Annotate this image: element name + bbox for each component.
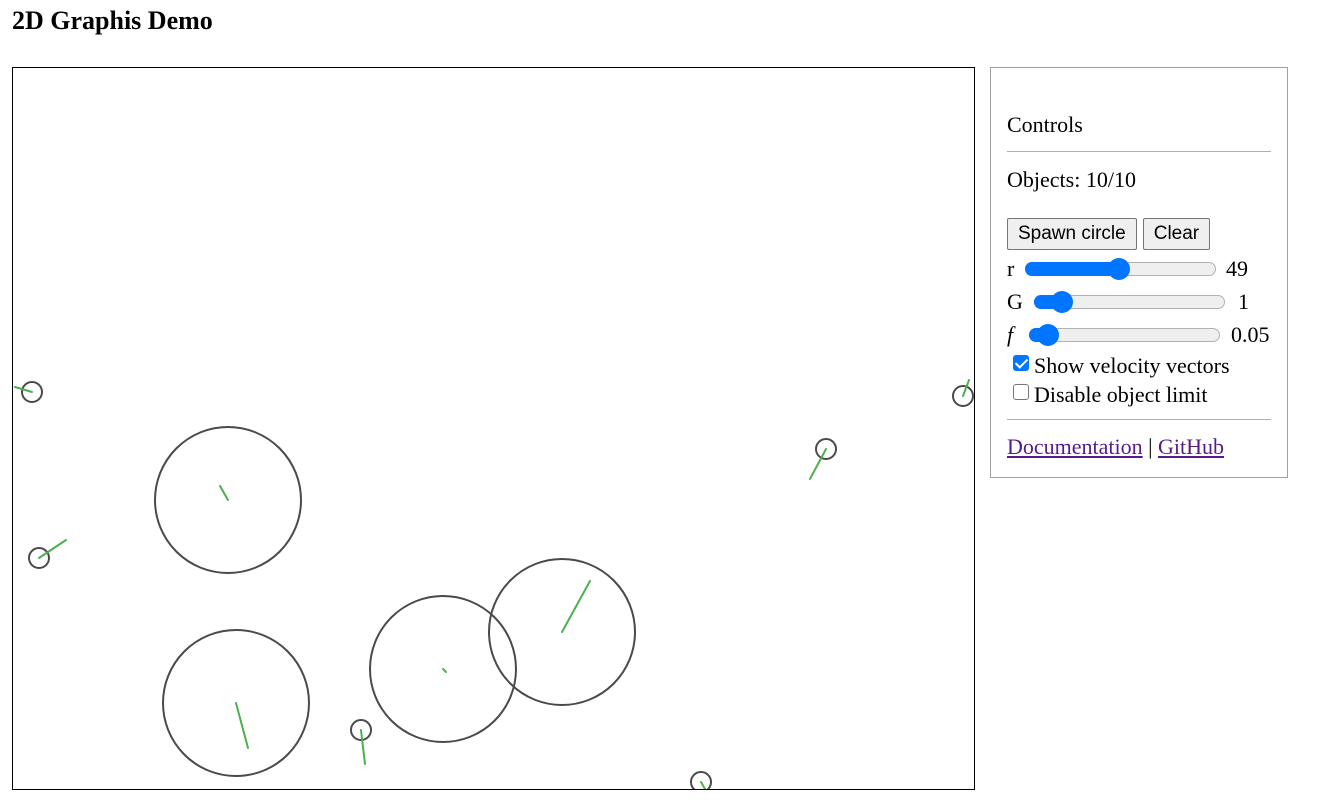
- gravity-slider-thumb[interactable]: [1050, 290, 1073, 313]
- radius-value: 49: [1226, 255, 1248, 281]
- simulation-svg[interactable]: [13, 68, 974, 789]
- divider: [1007, 419, 1271, 420]
- friction-slider-row: f 0.05: [1007, 318, 1271, 351]
- radius-slider[interactable]: [1025, 257, 1216, 280]
- friction-slider[interactable]: [1029, 323, 1220, 346]
- disable-limit-label[interactable]: Disable object limit: [1034, 382, 1208, 408]
- velocity-vector: [561, 580, 591, 633]
- controls-panel: Controls Objects: 10/10 Spawn circle Cle…: [990, 67, 1288, 478]
- gravity-slider-row: G 1: [1007, 285, 1271, 318]
- velocity-vector: [700, 781, 706, 789]
- objects-value: 10/10: [1085, 167, 1136, 192]
- gravity-slider[interactable]: [1034, 290, 1225, 313]
- friction-slider-thumb[interactable]: [1037, 323, 1060, 346]
- page-title: 2D Graphis Demo: [12, 6, 213, 35]
- velocity-vector: [442, 668, 447, 673]
- friction-label: f: [1007, 321, 1014, 347]
- radius-label: r: [1007, 255, 1015, 281]
- controls-title: Controls: [1007, 112, 1083, 137]
- spawn-circle-button[interactable]: Spawn circle: [1007, 218, 1137, 250]
- velocity-vector: [219, 485, 229, 501]
- disable-limit-checkbox[interactable]: [1013, 383, 1029, 400]
- objects-label: Objects:: [1007, 167, 1081, 192]
- divider: [1007, 151, 1271, 152]
- show-velocity-label[interactable]: Show velocity vectors: [1034, 353, 1230, 379]
- link-separator: |: [1148, 434, 1153, 459]
- disable-limit-row[interactable]: Disable object limit: [1013, 380, 1271, 409]
- show-velocity-row[interactable]: Show velocity vectors: [1013, 351, 1271, 380]
- friction-value: 0.05: [1231, 321, 1270, 347]
- show-velocity-checkbox[interactable]: [1013, 354, 1029, 371]
- documentation-link[interactable]: Documentation: [1007, 434, 1143, 459]
- simulation-canvas[interactable]: [12, 67, 975, 790]
- velocity-vector: [360, 729, 366, 765]
- radius-slider-thumb[interactable]: [1107, 257, 1130, 280]
- radius-slider-row: r 49: [1007, 252, 1271, 285]
- circle-object[interactable]: [690, 771, 712, 789]
- velocity-vector: [235, 702, 249, 749]
- footer-links: Documentation | GitHub: [1007, 434, 1271, 460]
- clear-button[interactable]: Clear: [1142, 218, 1211, 250]
- github-link[interactable]: GitHub: [1158, 434, 1224, 459]
- gravity-value: 1: [1238, 288, 1249, 314]
- objects-count: Objects: 10/10: [1007, 167, 1271, 193]
- gravity-label: G: [1007, 288, 1023, 314]
